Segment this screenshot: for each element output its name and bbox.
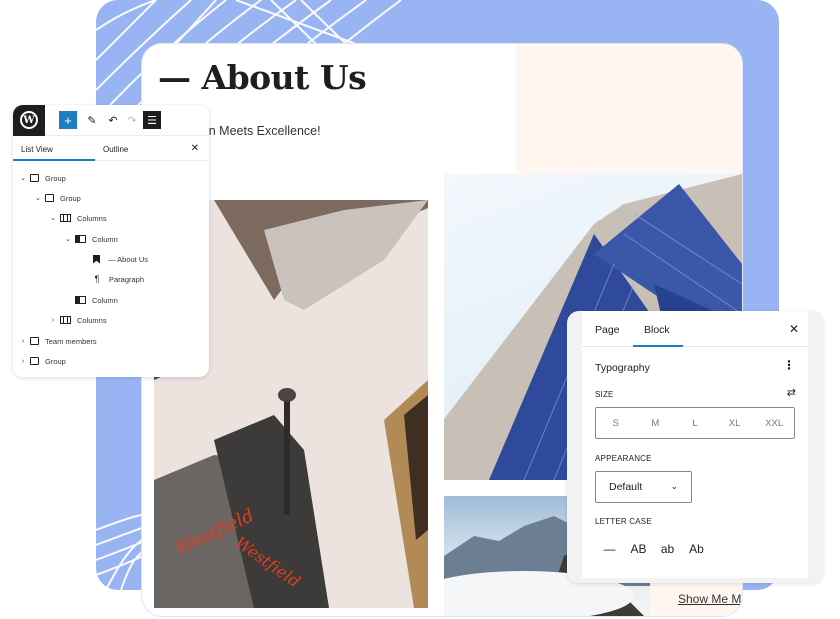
group-icon [30, 337, 39, 345]
chevron-down-icon[interactable]: ⌄ [48, 214, 58, 222]
custom-size-toggle-icon[interactable]: ⇄ [787, 386, 796, 399]
size-option-s[interactable]: S [596, 408, 636, 438]
tree-item-label: Group [45, 173, 66, 183]
tree-item-label: Team members [45, 336, 97, 346]
columns-icon [60, 214, 71, 222]
tab-block[interactable]: Block [644, 324, 670, 336]
letter-case-capitalize[interactable]: Ab [682, 542, 711, 556]
letter-case-options: — AB ab Ab [595, 542, 711, 556]
tree-item-label: Group [60, 193, 81, 203]
tree-item[interactable]: › Columns [48, 313, 107, 327]
block-settings-panel: Page Block ✕ Typography ⋮ SIZE ⇄ S M L X… [567, 311, 823, 583]
more-options-icon[interactable]: ⋮ [783, 359, 795, 371]
tree-item[interactable]: ⌄ Group [18, 171, 66, 185]
group-icon [30, 357, 39, 365]
active-tab-indicator [13, 159, 95, 161]
column-icon [75, 235, 86, 243]
cream-decor-block [516, 44, 742, 174]
letter-case-uppercase[interactable]: AB [624, 542, 653, 556]
tree-item[interactable]: ¶ Paragraph [89, 272, 144, 286]
undo-icon: ↶ [108, 114, 118, 127]
settings-tabs: Page Block ✕ [582, 311, 808, 347]
chevron-down-icon[interactable]: ⌄ [33, 194, 43, 202]
settings-content: Page Block ✕ Typography ⋮ SIZE ⇄ S M L X… [582, 311, 808, 578]
tab-page[interactable]: Page [595, 324, 620, 336]
show-more-link[interactable]: Show Me More [678, 592, 742, 606]
appearance-value: Default [609, 481, 643, 493]
tree-item[interactable]: › Team members [18, 334, 97, 348]
add-block-button[interactable]: + [59, 111, 77, 129]
letter-case-lowercase[interactable]: ab [653, 542, 682, 556]
font-size-picker: S M L XL XXL [595, 407, 795, 439]
tree-item-label: Group [45, 356, 66, 366]
undo-button[interactable]: ↶ [104, 111, 122, 129]
size-option-m[interactable]: M [636, 408, 676, 438]
chevron-right-icon[interactable]: › [18, 358, 28, 365]
tree-item[interactable]: › Group [18, 354, 66, 368]
chevron-down-icon[interactable]: ⌄ [18, 174, 28, 182]
tools-button[interactable]: ✎ [83, 111, 101, 129]
tab-outline[interactable]: Outline [103, 145, 128, 154]
heading-icon [93, 254, 100, 264]
redo-icon: ↷ [127, 114, 137, 127]
wordpress-logo-icon: W [20, 111, 38, 129]
tree-item[interactable]: ⌄ Group [33, 191, 81, 205]
chevron-right-icon[interactable]: › [48, 317, 58, 324]
tree-item[interactable]: Column [73, 293, 118, 307]
tree-item[interactable]: ⌄ Columns [48, 211, 107, 225]
tree-item[interactable]: — About Us [89, 252, 148, 266]
chevron-down-icon: ⌄ [670, 481, 678, 491]
pencil-icon: ✎ [87, 114, 97, 127]
letter-case-none[interactable]: — [595, 542, 624, 556]
tree-item-label: Columns [77, 213, 107, 223]
size-label: SIZE [595, 390, 614, 399]
tree-item-label: Column [92, 234, 118, 244]
active-tab-indicator [633, 345, 683, 347]
group-icon [45, 194, 54, 202]
tree-item-label: — About Us [108, 254, 149, 264]
columns-icon [60, 316, 71, 324]
close-icon[interactable]: ✕ [191, 143, 199, 154]
wordpress-logo-button[interactable]: W [13, 105, 45, 136]
typography-heading: Typography [595, 362, 650, 374]
list-view-icon: ☰ [147, 114, 157, 127]
size-option-xl[interactable]: XL [715, 408, 755, 438]
page-title[interactable]: — About Us [158, 58, 367, 97]
letter-case-label: LETTER CASE [595, 517, 652, 526]
column-icon [75, 296, 86, 304]
tree-item[interactable]: ⌄ Column [63, 232, 118, 246]
redo-button[interactable]: ↷ [123, 111, 141, 129]
chevron-right-icon[interactable]: › [18, 338, 28, 345]
appearance-select[interactable]: Default ⌄ [595, 471, 692, 503]
chevron-down-icon[interactable]: ⌄ [63, 235, 73, 243]
tab-list-view[interactable]: List View [21, 145, 53, 154]
group-icon [30, 174, 39, 182]
appearance-label: APPEARANCE [595, 454, 652, 463]
tree-item-label: Column [92, 295, 118, 305]
editor-toolbar: W + ✎ ↶ ↷ ☰ [13, 105, 209, 136]
size-option-l[interactable]: L [675, 408, 715, 438]
list-view-tabs: List View Outline ✕ [13, 136, 209, 161]
size-option-xxl[interactable]: XXL [754, 408, 794, 438]
tree-item-label: Paragraph [109, 274, 145, 284]
plus-icon: + [64, 112, 72, 128]
tree-item-label: Columns [77, 315, 107, 325]
list-view-panel: W + ✎ ↶ ↷ ☰ List View Outline ✕ ⌄ Group … [13, 105, 209, 377]
document-overview-button[interactable]: ☰ [143, 111, 161, 129]
close-icon[interactable]: ✕ [789, 322, 799, 336]
paragraph-icon: ¶ [94, 274, 100, 284]
